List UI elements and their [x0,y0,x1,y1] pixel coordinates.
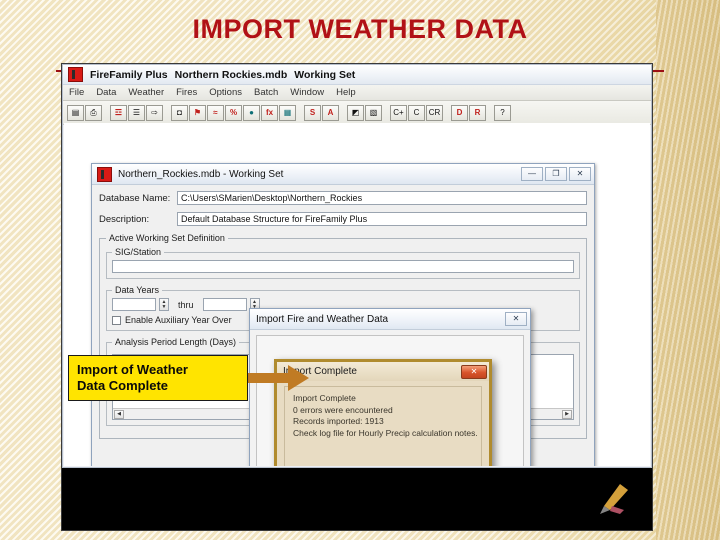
page-title: IMPORT WEATHER DATA [192,14,528,44]
database-name-row: Database Name: C:\Users\SMarien\Desktop\… [99,191,587,205]
slide-right-texture-band [656,0,720,540]
annotation-callout: Import of Weather Data Complete [68,355,248,401]
toolbar-chart-icon[interactable]: ◩ [347,104,364,121]
close-button[interactable]: ✕ [569,167,591,181]
enable-aux-checkbox[interactable] [112,315,121,325]
end-year-input[interactable] [202,298,247,311]
analysis-period-legend: Analysis Period Length (Days) [115,337,237,347]
toolbar-percentile-icon[interactable]: % [225,104,242,121]
toolbar-calendar-icon[interactable]: ▦ [279,104,296,121]
scroll-left-icon[interactable]: ◀ [114,409,124,419]
active-working-set-legend: Active Working Set Definition [109,233,225,243]
menu-item-fires[interactable]: Fires [176,87,197,98]
app-title-database: Northern Rockies.mdb [174,68,288,81]
start-year-spinner[interactable]: ▲ ▼ [159,298,169,311]
embedded-screenshot: ar FireFamily Plus Northern Rockies.mdb … [62,64,652,530]
messagebox-line-2: 0 errors were encountered [293,404,393,415]
menu-item-help[interactable]: Help [336,87,356,98]
working-set-title-label: Northern_Rockies.mdb - Working Set [118,168,284,180]
working-set-logo-icon [97,166,112,182]
messagebox-line-3: Records imported: 1913 [293,416,384,426]
annotation-callout-line-1: Import of Weather [77,362,188,377]
menu-item-batch[interactable]: Batch [254,87,278,98]
menu-item-file[interactable]: File [69,87,84,98]
menu-bar: File Data Weather Fires Options Batch Wi… [63,85,651,101]
messagebox-line-4: Check log file for Hourly Precip calcula… [293,427,478,438]
enable-aux-label: Enable Auxiliary Year Over [125,315,232,325]
toolbar-report-icon[interactable]: ▧ [365,104,382,121]
spinner-down-icon: ▼ [161,303,167,310]
toolbar-help-icon[interactable]: ? [494,104,511,121]
toolbar-c-icon[interactable]: C [408,104,425,121]
firefamily-plus-window: FireFamily Plus Northern Rockies.mdb Wor… [62,64,652,468]
desktop-logo-icon [600,484,628,514]
toolbar-fire-danger-icon[interactable]: ⚑ [189,104,206,121]
menu-item-window[interactable]: Window [290,87,324,98]
import-dialog-title-bar[interactable]: Import Fire and Weather Data ✕ [250,309,530,330]
scroll-right-icon[interactable]: ▶ [562,409,572,419]
working-set-title-bar[interactable]: Northern_Rockies.mdb - Working Set — ❐ ✕ [92,164,594,185]
restore-button[interactable]: ❐ [545,167,567,181]
toolbar-d-icon[interactable]: D [451,104,468,121]
start-year-input[interactable] [112,298,156,311]
toolbar-fx-icon[interactable]: fx [261,104,278,121]
toolbar-weather-icon[interactable]: ≈ [207,104,224,121]
messagebox-close-icon[interactable]: ✕ [461,364,487,379]
menu-item-options[interactable]: Options [209,87,242,98]
import-dialog-title-label: Import Fire and Weather Data [256,313,389,325]
app-title-label: FireFamily Plus [90,68,168,81]
data-years-legend: Data Years [115,285,160,295]
toolbar-save-icon[interactable]: ▤ [67,104,84,121]
sig-station-group: SIG/Station [106,247,580,279]
menu-item-weather[interactable]: Weather [128,87,164,98]
minimize-button[interactable]: — [521,167,543,181]
toolbar-fire-icon[interactable]: ◘ [171,104,188,121]
toolbar-r-icon[interactable]: R [469,104,486,121]
toolbar-cr-icon[interactable]: CR [426,104,443,121]
toolbar-search-icon[interactable]: ● [243,104,260,121]
toolbar-station-icon[interactable]: ☲ [110,104,127,121]
mdi-client-area: Northern_Rockies.mdb - Working Set — ❐ ✕… [64,123,650,466]
app-title-bar[interactable]: FireFamily Plus Northern Rockies.mdb Wor… [63,65,651,85]
app-logo-icon [68,67,83,82]
database-name-input[interactable]: C:\Users\SMarien\Desktop\Northern_Rockie… [177,191,587,205]
database-name-label: Database Name: [99,192,171,204]
description-row: Description: Default Database Structure … [99,212,587,226]
toolbar-print-icon[interactable]: ⎙ [85,104,102,121]
messagebox-line-1: Import Complete [293,393,356,403]
annotation-arrow-icon [248,365,309,391]
thru-label: thru [178,299,194,310]
import-dialog-close-icon[interactable]: ✕ [505,312,527,326]
app-title-working-set: Working Set [294,68,356,81]
toolbar: ▤ ⎙ ☲ ☰ ⇨ ◘ ⚑ ≈% ● fx ▦ S A ◩ ▧ C+ C CR D R? [63,101,651,125]
toolbar-import-icon[interactable]: ⇨ [146,104,163,121]
description-input[interactable]: Default Database Structure for FireFamil… [177,212,587,226]
menu-item-data[interactable]: Data [96,87,116,98]
toolbar-sig-icon[interactable]: S [304,104,321,121]
messagebox-content: Import Complete 0 errors were encountere… [284,386,482,466]
sig-station-legend: SIG/Station [115,247,162,257]
sig-station-input[interactable] [112,260,574,273]
toolbar-c-plus-icon[interactable]: C+ [390,104,407,121]
toolbar-observations-icon[interactable]: ☰ [128,104,145,121]
toolbar-analysis-icon[interactable]: A [322,104,339,121]
description-label: Description: [99,213,150,225]
annotation-callout-line-2: Data Complete [77,378,169,393]
